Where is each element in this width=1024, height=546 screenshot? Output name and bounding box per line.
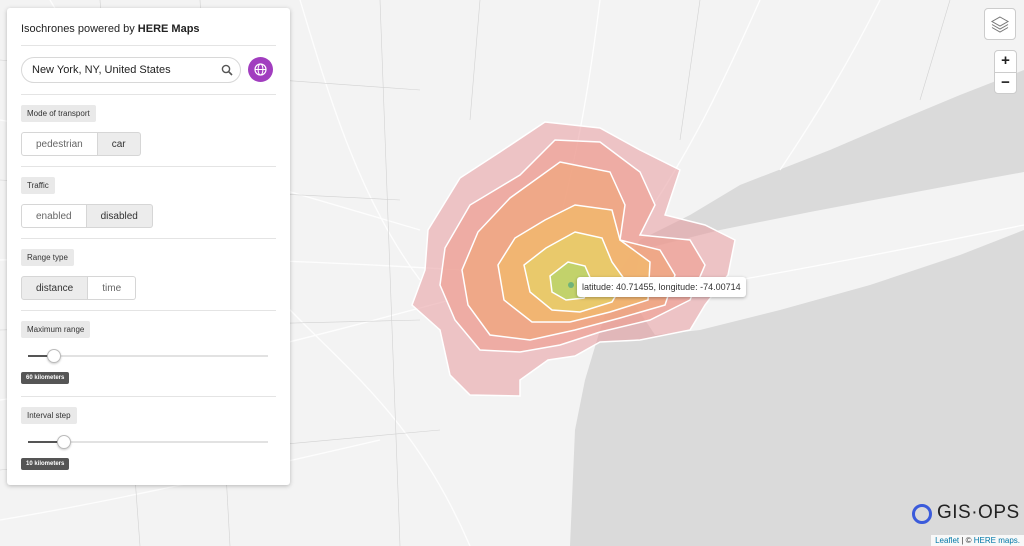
range-type-section: Range type distance time xyxy=(21,239,276,311)
transport-toggle: pedestrian car xyxy=(21,132,276,156)
transport-label: Mode of transport xyxy=(21,105,96,122)
max-range-section: Maximum range 60 kilometers xyxy=(21,311,276,397)
interval-label: Interval step xyxy=(21,407,77,424)
traffic-toggle: enabled disabled xyxy=(21,204,276,228)
traffic-disabled-button[interactable]: disabled xyxy=(86,204,153,228)
interval-slider[interactable] xyxy=(21,432,276,452)
search-icon[interactable] xyxy=(221,64,233,76)
zoom-out-button[interactable]: − xyxy=(995,73,1016,94)
layers-icon xyxy=(990,16,1010,33)
geolocate-button[interactable] xyxy=(248,57,273,82)
title-prefix: Isochrones powered by xyxy=(21,23,138,35)
attribution-separator: | © xyxy=(959,536,974,545)
interval-value: 10 kilometers xyxy=(21,458,70,470)
search-row: New York, NY, United States xyxy=(21,46,276,95)
traffic-section: Traffic enabled disabled xyxy=(21,167,276,239)
traffic-enabled-button[interactable]: enabled xyxy=(21,204,87,228)
slider-handle[interactable] xyxy=(57,435,71,449)
range-distance-button[interactable]: distance xyxy=(21,276,89,300)
transport-car-button[interactable]: car xyxy=(97,132,141,156)
range-type-toggle: distance time xyxy=(21,276,276,300)
max-range-value: 60 kilometers xyxy=(21,372,70,384)
max-range-label: Maximum range xyxy=(21,321,91,338)
range-time-button[interactable]: time xyxy=(88,276,137,300)
max-range-slider[interactable] xyxy=(21,346,276,366)
search-value: New York, NY, United States xyxy=(32,64,171,76)
globe-icon xyxy=(254,63,267,76)
here-maps-link[interactable]: HERE maps. xyxy=(974,536,1020,545)
range-type-label: Range type xyxy=(21,249,74,266)
zoom-in-button[interactable]: + xyxy=(995,51,1016,73)
location-marker xyxy=(568,282,574,288)
slider-track xyxy=(28,355,268,357)
transport-pedestrian-button[interactable]: pedestrian xyxy=(21,132,98,156)
zoom-control: + − xyxy=(994,50,1017,94)
interval-section: Interval step 10 kilometers xyxy=(21,397,276,482)
traffic-label: Traffic xyxy=(21,177,55,194)
control-panel: Isochrones powered by HERE Maps New York… xyxy=(7,8,290,485)
coordinate-tooltip: latitude: 40.71455, longitude: -74.00714 xyxy=(577,277,746,297)
panel-title: Isochrones powered by HERE Maps xyxy=(21,8,276,46)
map-attribution: Leaflet | © HERE maps. xyxy=(931,535,1024,546)
transport-section: Mode of transport pedestrian car xyxy=(21,95,276,167)
title-brand: HERE Maps xyxy=(137,23,200,35)
logo-text: GIS·OPS xyxy=(937,502,1020,523)
leaflet-link[interactable]: Leaflet xyxy=(935,536,959,545)
layers-button[interactable] xyxy=(984,8,1016,40)
gisops-ring-icon xyxy=(912,504,932,524)
slider-handle[interactable] xyxy=(47,349,62,363)
location-search-input[interactable]: New York, NY, United States xyxy=(21,57,241,83)
